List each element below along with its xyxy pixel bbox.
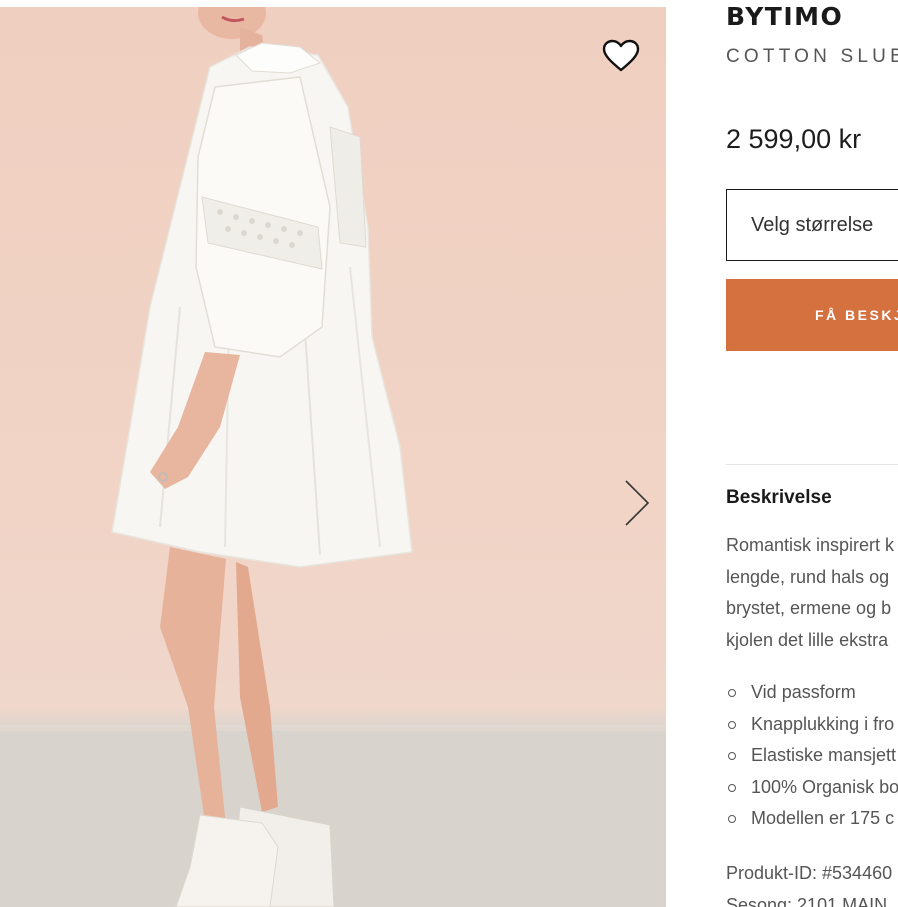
description-line: brystet, ermene og b [726,598,892,618]
product-info-panel: BYTIMO COTTON SLUB 2 599,00 kr Velg stør… [726,0,898,907]
gallery-next-button[interactable] [618,473,654,533]
description-line: Romantisk inspirert k [726,535,895,555]
size-select[interactable]: Velg størrelse [726,189,898,261]
description-line: kjolen det lille ekstra [726,629,889,650]
list-item: Modellen er 175 c [726,803,898,835]
list-item: Elastiske mansjett [726,740,898,772]
section-divider [726,464,898,465]
product-gallery[interactable] [0,7,666,907]
product-photo [0,7,666,907]
product-brand[interactable]: BYTIMO [726,2,843,31]
favorite-button[interactable] [600,35,642,77]
notify-me-label: FÅ BESKJ [815,307,898,323]
description-line: lengde, rund hals og [726,566,890,587]
product-meta: Produkt-ID: #534460 Sesong: 2101 MAIN [726,857,892,907]
list-item: 100% Organisk bo [726,772,898,804]
product-id: Produkt-ID: #534460 [726,863,893,883]
description-text: Romantisk inspirert k lengde, rund hals … [726,530,898,656]
list-item: Vid passform [726,677,898,709]
product-price: 2 599,00 kr [726,124,862,154]
product-season: Sesong: 2101 MAIN [726,895,888,907]
notify-me-button[interactable]: FÅ BESKJ [726,279,898,351]
size-select-label: Velg størrelse [751,213,874,236]
chevron-right-icon [625,480,650,526]
description-heading[interactable]: Beskrivelse [726,487,832,509]
product-title: COTTON SLUB [726,46,898,67]
heart-outline-icon [602,39,640,72]
feature-list: Vid passform Knapplukking i fro Elastisk… [726,677,898,835]
list-item: Knapplukking i fro [726,709,898,741]
